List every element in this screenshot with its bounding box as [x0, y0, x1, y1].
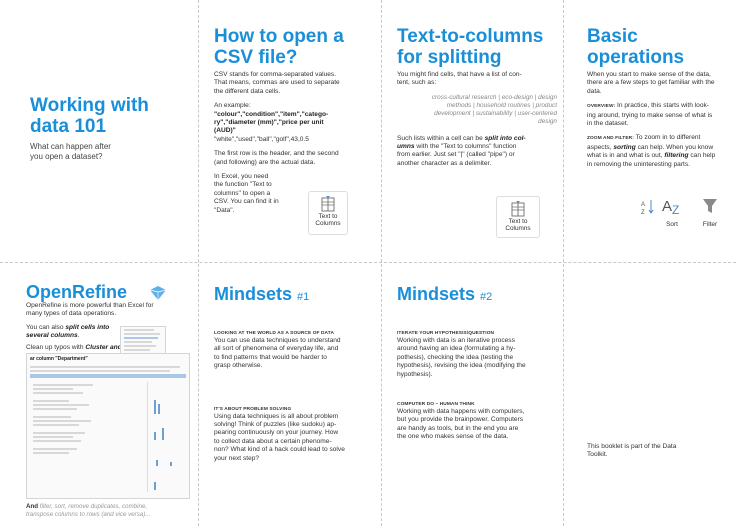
openrefine-more: And filter, sort, remove duplicates, com…	[26, 503, 151, 518]
openrefine-title: OpenRefine	[26, 282, 128, 302]
text-to-columns-icon	[511, 201, 525, 217]
basic-ops-title: Basic operations	[587, 26, 685, 68]
csv-intro: CSV stands for comma-separated values. T…	[214, 71, 340, 95]
divider-horizontal	[0, 262, 736, 263]
mindsets-1-para-2: Using data techniques is all about probl…	[214, 412, 345, 462]
filter-button[interactable]: Filter	[695, 196, 725, 228]
panel-working-with-data: Working with data 101 What can happen af…	[30, 95, 190, 175]
csv-excel-note: In Excel, you need the function "Text to…	[214, 173, 279, 214]
ttc-title: Text-to-columns for splitting	[397, 26, 544, 68]
svg-text:A: A	[641, 202, 645, 208]
basic-ops-zoom-filter: ZOOM AND FILTER: To zoom in to different…	[587, 134, 716, 168]
basic-ops-overview: OVERVIEW: In practice, this starts with …	[587, 102, 713, 128]
ttc-split-note: Such lists within a cell can be split in…	[397, 134, 526, 167]
openrefine-diamond-icon	[148, 284, 168, 302]
panel-mindsets-2: Mindsets #2 ITERATE YOUR HYPOTHESIS/QUES…	[397, 284, 559, 520]
divider-vertical-3	[563, 0, 564, 526]
mindsets-1-heading-2: IT'S ABOUT PROBLEM SOLVING	[214, 406, 292, 412]
svg-text:A: A	[662, 198, 672, 215]
filter-funnel-icon	[703, 199, 717, 213]
booklet-note: This booklet is part of the Data Toolkit…	[587, 443, 677, 459]
divider-vertical-2	[381, 0, 382, 526]
panel-mindsets-1: Mindsets #1 LOOKING AT THE WORLD AS A SO…	[214, 284, 376, 520]
mindsets-1-heading-1: LOOKING AT THE WORLD AS A SOURCE OF DATA	[214, 331, 335, 336]
divider-vertical-1	[198, 0, 199, 526]
csv-example: An example: "colour","condition","item",…	[214, 102, 329, 143]
csv-title: How to open a CSV file?	[214, 26, 344, 68]
sort-button[interactable]: A Z Sort	[659, 196, 685, 228]
main-subtitle: What can happen after you open a dataset…	[30, 142, 111, 161]
mindsets-1-para-1: You can use data techniques to understan…	[214, 337, 341, 370]
basic-ops-intro: When you start to make sense of the data…	[587, 71, 715, 95]
panel-booklet-note: This booklet is part of the Data Toolkit…	[587, 443, 727, 473]
main-title: Working with data 101	[30, 95, 149, 137]
openrefine-split: You can also split cells into several co…	[26, 323, 110, 340]
mindsets-2-heading-1: ITERATE YOUR HYPOTHESIS/QUESTION	[397, 331, 495, 336]
mindsets-2-para-2: Working with data happens with computers…	[397, 408, 525, 441]
sort-filter-toolbar: A Z A Z Sort Filter	[641, 196, 731, 230]
sort-icon: A Z	[662, 198, 679, 217]
sort-az-icon[interactable]: A Z	[641, 198, 655, 220]
text-to-columns-button[interactable]: Text to Columns	[308, 191, 348, 235]
mindsets-2-para-1: Working with data is an iterative proces…	[397, 337, 526, 378]
mindsets-2-heading-2: COMPUTER DO – HUMAN THINK	[397, 402, 475, 408]
csv-header-note: The first row is the header, and the sec…	[214, 150, 339, 166]
ttc-intro: You might find cells, that have a list o…	[397, 71, 522, 87]
text-to-columns-button-2[interactable]: Text to Columns	[496, 196, 540, 238]
mindsets-2-title: Mindsets #2	[397, 284, 493, 304]
booklet-page: Working with data 101 What can happen af…	[0, 0, 736, 526]
mindsets-1-title: Mindsets #1	[214, 284, 310, 304]
text-to-columns-icon	[321, 196, 335, 212]
ttc-example-list: cross-cultural research | eco-design | d…	[431, 93, 557, 126]
panel-open-csv: How to open a CSV file? CSV stands for c…	[214, 26, 374, 256]
svg-text:Z: Z	[672, 203, 679, 216]
cluster-and-edit-thumbnail: ar column "Department"	[26, 353, 190, 499]
svg-text:Z: Z	[641, 210, 645, 216]
openrefine-intro: OpenRefine is more powerful than Excel f…	[26, 302, 154, 318]
